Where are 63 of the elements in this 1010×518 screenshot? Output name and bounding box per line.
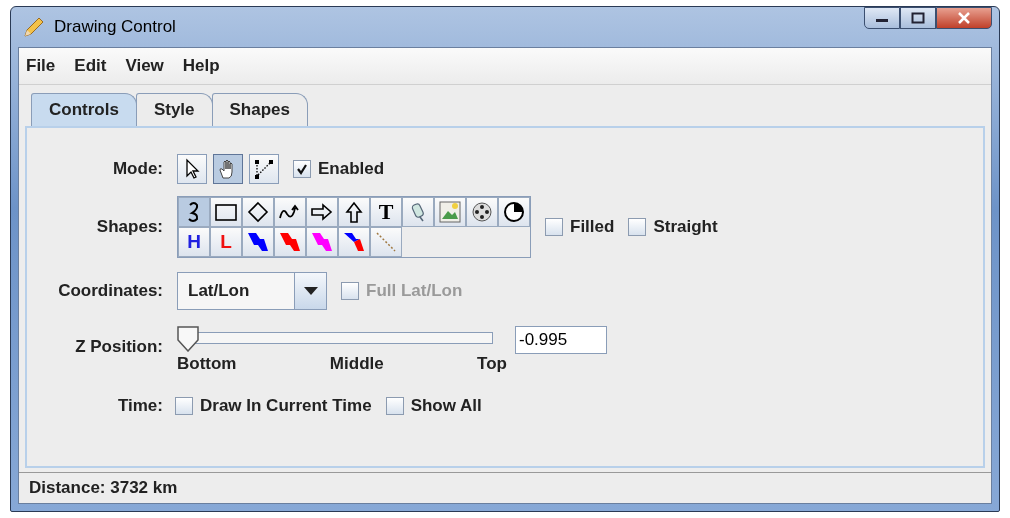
checkbox-label: Filled: [570, 217, 615, 237]
tab[interactable]: Controls: [31, 93, 137, 126]
edit-points-icon: [253, 158, 275, 180]
close-icon: [957, 12, 971, 24]
checkbox[interactable]: [545, 218, 563, 236]
mode-button[interactable]: [177, 154, 207, 184]
shape-tool-button[interactable]: L: [210, 227, 242, 257]
field-label: Mode:: [111, 159, 163, 179]
shape-dashed-line-icon: [374, 230, 398, 254]
close-button[interactable]: [936, 7, 992, 29]
field-label: Z Position:: [74, 337, 163, 357]
checkbox-label: Show All: [410, 396, 482, 416]
shape-tool-button[interactable]: [242, 227, 274, 257]
checkbox[interactable]: [293, 160, 311, 178]
slider-tick-label: Middle: [329, 354, 384, 374]
minimize-button[interactable]: [864, 7, 900, 29]
maximize-icon: [911, 12, 925, 24]
shape-tool-button[interactable]: [466, 197, 498, 227]
checkbox-label: Full Lat/Lon: [366, 281, 463, 301]
maximize-button[interactable]: [900, 7, 936, 29]
menu-item[interactable]: File: [26, 56, 56, 76]
shape-front-icon: [310, 230, 334, 254]
shape-tool-button[interactable]: T: [370, 197, 402, 227]
shape-wheel-icon: [470, 200, 494, 224]
mode-button[interactable]: [249, 154, 279, 184]
checkbox[interactable]: [175, 397, 193, 415]
z-position-field[interactable]: -0.995: [515, 326, 607, 354]
shape-tool-button[interactable]: [306, 197, 338, 227]
coordinates-dropdown[interactable]: Lat/Lon: [177, 272, 327, 310]
shape-diamond-icon: [246, 200, 270, 224]
menu-item[interactable]: Help: [182, 56, 220, 76]
shape-front-icon: [246, 230, 270, 254]
checkbox[interactable]: [385, 397, 404, 415]
status-bar: Distance: 3732 km: [19, 472, 991, 503]
checkbox-label: Enabled: [318, 159, 385, 179]
shape-tool-button[interactable]: [498, 197, 530, 227]
window-title: Drawing Control: [54, 17, 176, 37]
shape-image-icon: [438, 200, 462, 224]
field-label: Time:: [116, 396, 163, 416]
menu-item[interactable]: View: [125, 56, 164, 76]
shape-tool-button[interactable]: [178, 197, 210, 227]
field-label: Coordinates:: [57, 281, 163, 301]
shape-stationary-icon: [342, 230, 366, 254]
shape-front-icon: [278, 230, 302, 254]
slider-thumb[interactable]: [177, 326, 199, 352]
shape-tool-button[interactable]: [210, 197, 242, 227]
dropdown-caret-icon: [303, 287, 318, 295]
shape-tool-button[interactable]: [274, 197, 306, 227]
slider-tick-label: Bottom: [177, 354, 237, 374]
shape-tool-button[interactable]: H: [178, 227, 210, 257]
shape-tool-button[interactable]: [242, 197, 274, 227]
checkbox[interactable]: [628, 218, 647, 236]
slider-tick-label: Top: [477, 354, 507, 374]
tab[interactable]: Shapes: [211, 93, 308, 126]
shape-pie-icon: [502, 200, 526, 224]
field-label: Shapes:: [95, 217, 163, 237]
pencil-icon: [22, 15, 46, 39]
checkbox-label: Straight: [653, 217, 718, 237]
checkbox-label: Draw In Current Time: [200, 396, 372, 416]
menu-item[interactable]: Edit: [74, 56, 107, 76]
shape-tool-button[interactable]: [338, 197, 370, 227]
checkmark-icon: [296, 163, 308, 175]
shape-tool-button[interactable]: [338, 227, 370, 257]
